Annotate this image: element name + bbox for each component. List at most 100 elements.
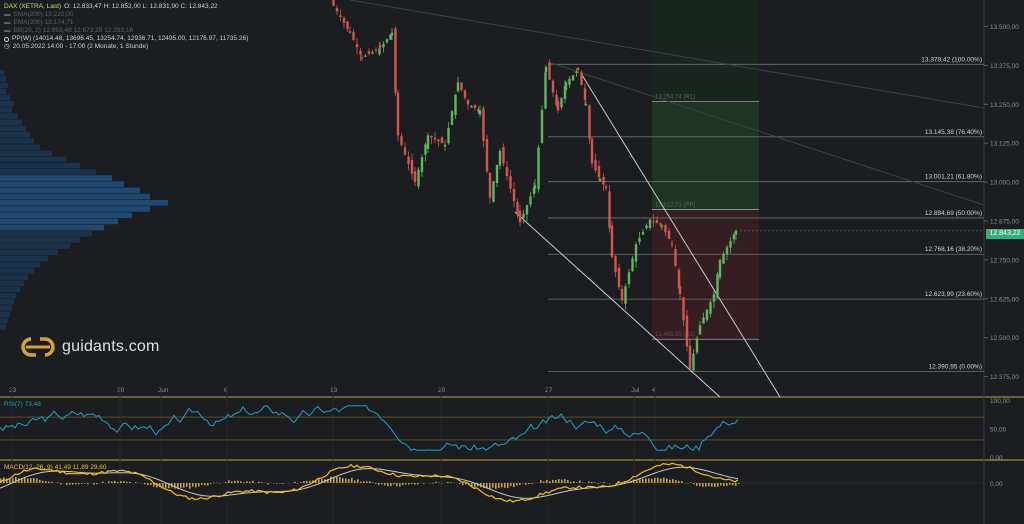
loss-zone	[652, 209, 759, 340]
macd-histogram-bar	[519, 483, 521, 486]
macd-histogram-bar	[408, 483, 410, 485]
macd-histogram-bar	[540, 480, 542, 483]
candle-body	[488, 172, 492, 198]
candle-body	[424, 144, 427, 155]
volume-profile-bar	[0, 249, 58, 256]
candle-body	[339, 15, 342, 18]
x-tick-label: Jun	[158, 387, 169, 394]
macd-histogram-bar	[33, 478, 35, 483]
macd-histogram-bar	[702, 483, 704, 487]
fib-level-label: 12.768,16 (38.20%)	[925, 246, 982, 253]
candle-body	[692, 353, 695, 371]
y-tick-label: 13.500,00	[990, 24, 1019, 31]
volume-profile-bar	[0, 323, 6, 330]
macd-histogram-bar	[489, 483, 491, 490]
dax-chart[interactable]: 13.500,00 13.375,00 13.250,00 13.125,00 13.0…	[0, 0, 1024, 524]
macd-histogram-bar	[396, 483, 398, 487]
volume-profile-bar	[0, 206, 150, 212]
macd-histogram-bar	[681, 481, 683, 483]
macd-histogram-bar	[645, 478, 647, 483]
macd-histogram-bar	[360, 481, 362, 483]
macd-histogram-bar	[675, 480, 677, 483]
candle-body	[604, 186, 608, 189]
macd-histogram-bar	[504, 483, 506, 488]
rsi-title: RSI(7)	[4, 401, 23, 408]
macd-histogram-bar	[27, 478, 29, 483]
volume-profile-bar	[0, 76, 6, 82]
x-tick-label: 30	[117, 387, 125, 394]
macd-histogram-bar	[507, 483, 509, 488]
macd-histogram-bar	[126, 481, 128, 483]
macd-histogram-bar	[390, 483, 392, 487]
candle-body	[659, 223, 662, 225]
candle-body	[332, 0, 335, 6]
rsi-tick-label: 50,00	[990, 427, 1007, 434]
macd-histogram-bar	[414, 483, 416, 485]
volume-profile-bar	[0, 150, 52, 157]
macd-histogram-bar	[381, 483, 383, 485]
candle-body	[583, 88, 587, 100]
candle-body	[564, 82, 568, 90]
volume-profile-bar	[0, 261, 40, 268]
sma-line-icon: ▬	[4, 11, 11, 18]
candle-body	[456, 82, 460, 92]
macd-histogram-bar	[246, 481, 248, 483]
candle-body	[716, 274, 719, 298]
macd-histogram-bar	[228, 480, 230, 483]
macd-histogram-bar	[552, 479, 554, 483]
macd-histogram-bar	[597, 483, 599, 484]
macd-histogram-bar	[75, 483, 77, 485]
macd-histogram-bar	[342, 478, 344, 483]
candle-body	[460, 82, 463, 91]
macd-histogram-bar	[300, 482, 302, 483]
candle-body	[394, 28, 397, 93]
volume-profile-bar	[0, 237, 80, 243]
candle-body	[641, 231, 645, 235]
pivot-points-icon	[4, 36, 9, 42]
macd-histogram-bar	[96, 483, 98, 485]
macd-histogram-bar	[729, 483, 731, 485]
macd-histogram-bar	[732, 483, 734, 486]
macd-legend: MACD(12, 26, 9) 41,49 11,89 29,60	[4, 464, 107, 471]
macd-histogram-bar	[462, 483, 464, 486]
macd-histogram-bar	[39, 479, 41, 483]
macd-histogram-bar	[201, 483, 203, 485]
macd-histogram-bar	[555, 479, 557, 483]
candle-body	[413, 171, 417, 183]
macd-histogram-bar	[180, 483, 182, 488]
macd-histogram-bar	[78, 483, 80, 485]
candle-body	[502, 147, 505, 164]
candle-body	[367, 51, 371, 54]
macd-histogram-bar	[720, 483, 722, 486]
volume-profile-bar	[0, 88, 6, 95]
macd-histogram-bar	[234, 480, 236, 483]
bb-line-icon: ▬	[4, 27, 11, 34]
fib-level-label: 13.378,42 (100.00%)	[921, 56, 982, 63]
macd-histogram-bar	[528, 483, 530, 485]
y-tick-label: 13.000,00	[990, 180, 1019, 187]
macd-histogram-bar	[492, 483, 494, 488]
macd-histogram-bar	[36, 478, 38, 483]
candle-body	[426, 135, 430, 149]
candle-body	[447, 127, 450, 144]
candle-body	[571, 75, 575, 81]
macd-histogram-bar	[30, 478, 32, 483]
y-tick-label: 13.125,00	[990, 141, 1019, 148]
macd-histogram-bar	[735, 483, 737, 486]
candle-body	[485, 138, 489, 172]
macd-histogram-bar	[531, 483, 533, 484]
macd-histogram-bar	[225, 482, 227, 483]
candle-body	[407, 156, 410, 165]
macd-histogram-bar	[252, 480, 254, 483]
macd-histogram-bar	[237, 480, 239, 483]
candle-body	[634, 244, 638, 262]
macd-histogram-bar	[726, 483, 728, 486]
candle-body	[660, 225, 664, 227]
volume-profile-bar	[0, 181, 124, 188]
y-tick-label: 12.625,00	[990, 296, 1019, 303]
macd-histogram-bar	[579, 480, 581, 483]
rsi-line	[0, 405, 739, 452]
bb-label: BB(20, 2) 12.953,48 12.673,25 12.393,16	[13, 27, 134, 34]
candle-body	[495, 164, 499, 184]
macd-histogram-bar	[111, 481, 113, 483]
